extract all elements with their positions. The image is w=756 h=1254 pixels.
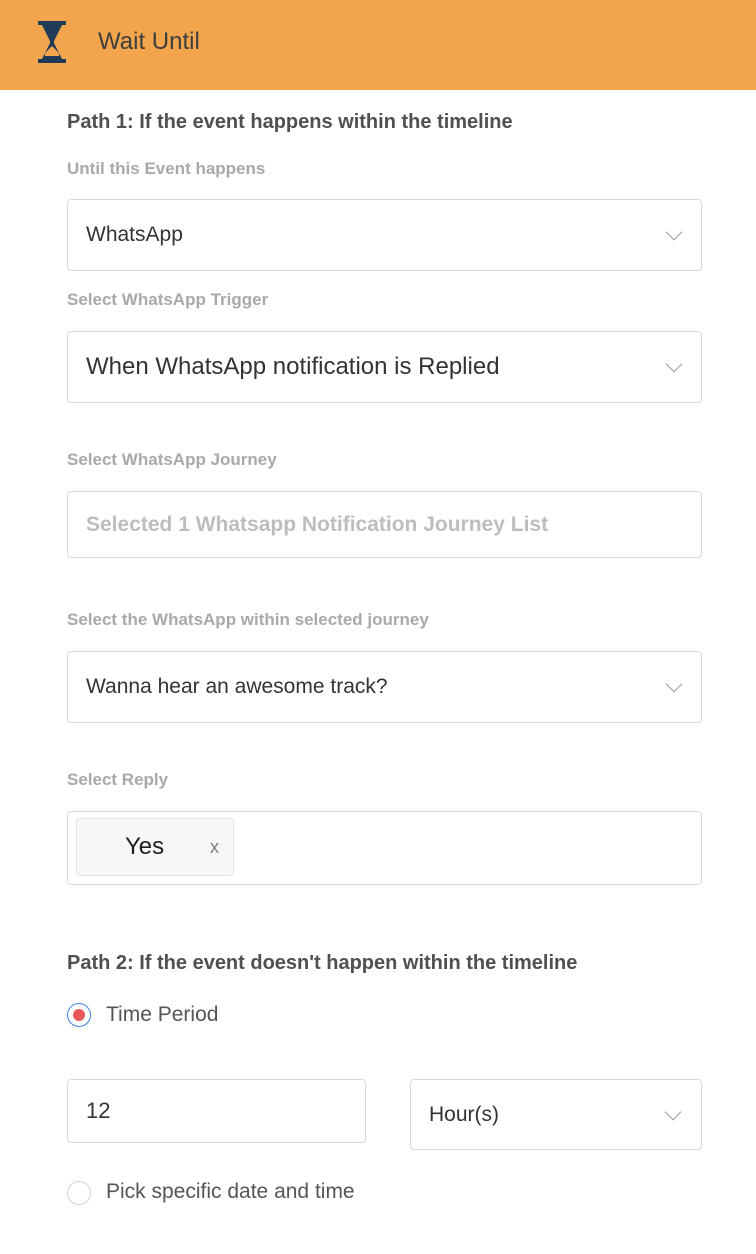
- path2-title: Path 2: If the event doesn't happen with…: [67, 952, 578, 974]
- time-value: 12: [86, 1098, 111, 1123]
- chevron-down-icon: [665, 675, 683, 693]
- specific-date-radio[interactable]: [67, 1181, 91, 1205]
- journey-input-placeholder: Selected 1 Whatsapp Notification Journey…: [86, 512, 549, 536]
- trigger-select-value: When WhatsApp notification is Replied: [86, 353, 500, 380]
- trigger-select[interactable]: When WhatsApp notification is Replied: [67, 331, 702, 403]
- path1-title: Path 1: If the event happens within the …: [67, 111, 513, 133]
- event-select-value: WhatsApp: [86, 223, 183, 246]
- modal-header: Wait Until: [0, 0, 756, 90]
- reply-label: Select Reply: [67, 770, 169, 789]
- reply-chip: Yes x: [76, 818, 234, 876]
- whatsapp-label: Select the WhatsApp within selected jour…: [67, 610, 429, 629]
- time-period-label[interactable]: Time Period: [106, 1002, 218, 1028]
- reply-multiselect[interactable]: Yes x: [67, 811, 702, 885]
- time-unit-value: Hour(s): [429, 1102, 500, 1126]
- time-value-input[interactable]: 12: [67, 1079, 366, 1143]
- whatsapp-select-value: Wanna hear an awesome track?: [86, 675, 388, 698]
- time-period-radio[interactable]: [67, 1003, 91, 1027]
- reply-chip-label: Yes: [125, 833, 165, 860]
- whatsapp-select[interactable]: Wanna hear an awesome track?: [67, 651, 702, 723]
- journey-input[interactable]: Selected 1 Whatsapp Notification Journey…: [67, 491, 702, 558]
- specific-date-label[interactable]: Pick specific date and time: [106, 1179, 355, 1205]
- event-select[interactable]: WhatsApp: [67, 199, 702, 271]
- time-unit-select[interactable]: Hour(s): [410, 1079, 702, 1150]
- hourglass-icon: [38, 21, 66, 63]
- chevron-down-icon: [665, 223, 683, 241]
- modal-title: Wait Until: [98, 28, 200, 55]
- chevron-down-icon: [665, 355, 683, 373]
- trigger-label: Select WhatsApp Trigger: [67, 290, 269, 309]
- chevron-down-icon: [664, 1103, 682, 1121]
- journey-label: Select WhatsApp Journey: [67, 450, 277, 469]
- event-label: Until this Event happens: [67, 159, 266, 178]
- close-icon[interactable]: x: [210, 819, 219, 875]
